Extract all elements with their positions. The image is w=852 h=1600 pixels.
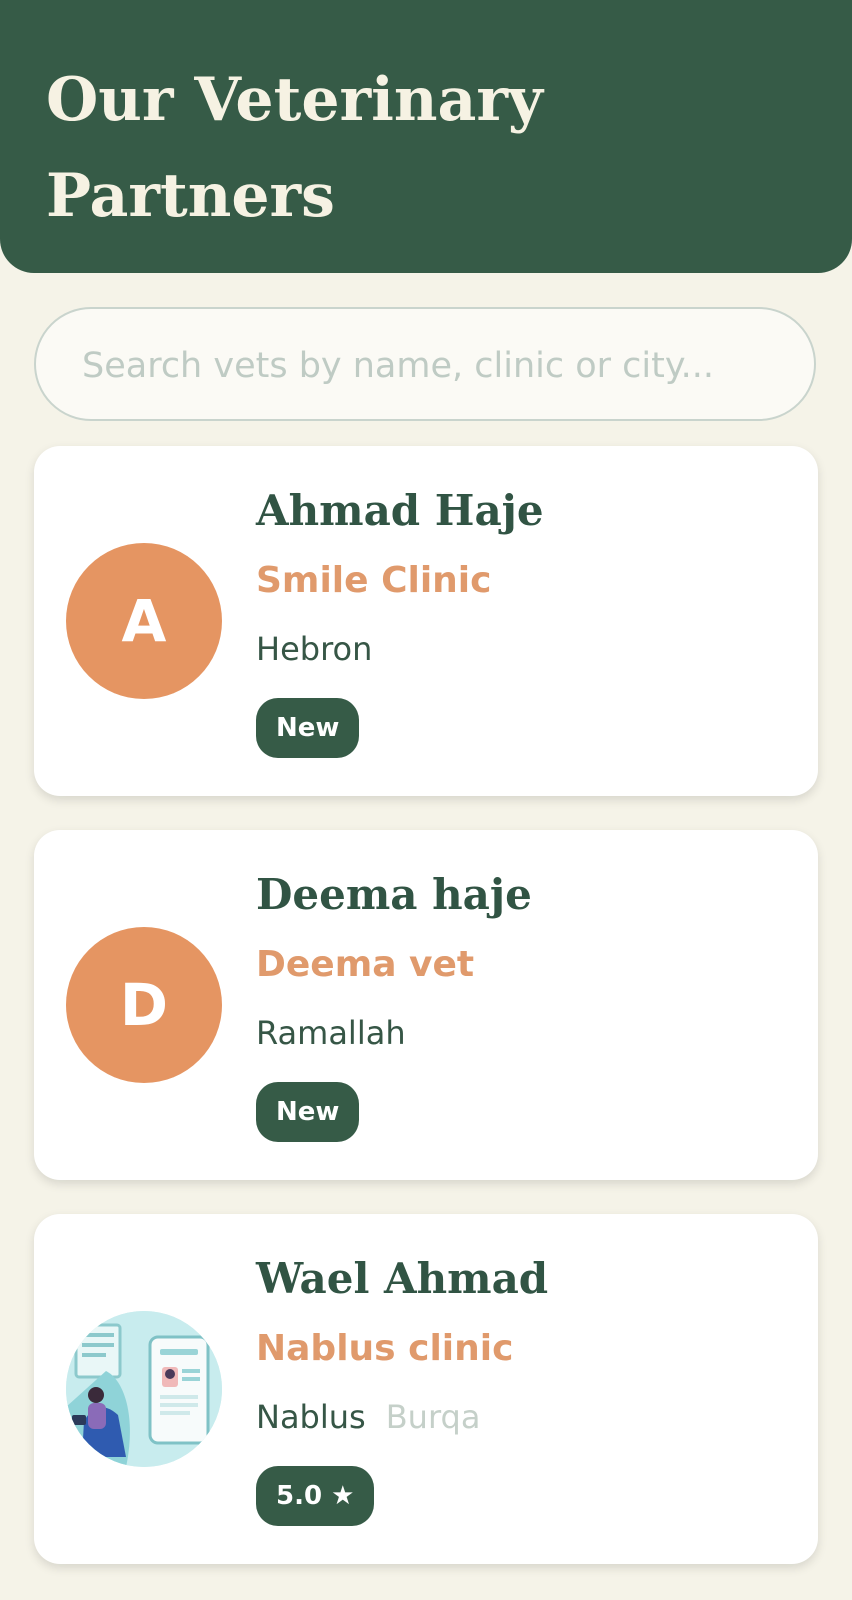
search-bar[interactable] (34, 307, 816, 421)
avatar: A (66, 543, 222, 699)
vet-photo (66, 1311, 222, 1467)
area-text: Burqa (385, 1398, 481, 1436)
vet-name: Deema haje (256, 870, 532, 919)
status-badge: New (256, 698, 360, 758)
vet-name: Wael Ahmad (256, 1254, 549, 1303)
vet-illustration-icon (66, 1311, 222, 1467)
avatar-initial: A (121, 587, 167, 655)
clinic-name: Deema vet (256, 944, 475, 985)
clinic-name: Smile Clinic (256, 560, 492, 601)
page-title: Our Veterinary Partners (46, 65, 543, 231)
city-line: Nablus Burqa (256, 1398, 480, 1436)
search-input[interactable] (80, 337, 784, 395)
vet-card[interactable]: Wael Ahmad Nablus clinic Nablus Burqa 5.0… (34, 1214, 818, 1564)
rating-badge: 5.0 ★ (256, 1466, 375, 1526)
status-badge: New (256, 1082, 360, 1142)
clinic-name: Nablus clinic (256, 1328, 514, 1369)
vet-card[interactable]: D Deema haje Deema vet Ramallah New (34, 830, 818, 1180)
vet-name: Ahmad Haje (256, 486, 544, 535)
page-header: Our Veterinary Partners (0, 0, 852, 273)
city-text: Nablus (256, 1398, 366, 1436)
avatar-initial: D (119, 971, 169, 1039)
city-text: Ramallah (256, 1014, 406, 1052)
city-text: Hebron (256, 630, 373, 668)
avatar: D (66, 927, 222, 1083)
vet-card[interactable]: A Ahmad Haje Smile Clinic Hebron New (34, 446, 818, 796)
